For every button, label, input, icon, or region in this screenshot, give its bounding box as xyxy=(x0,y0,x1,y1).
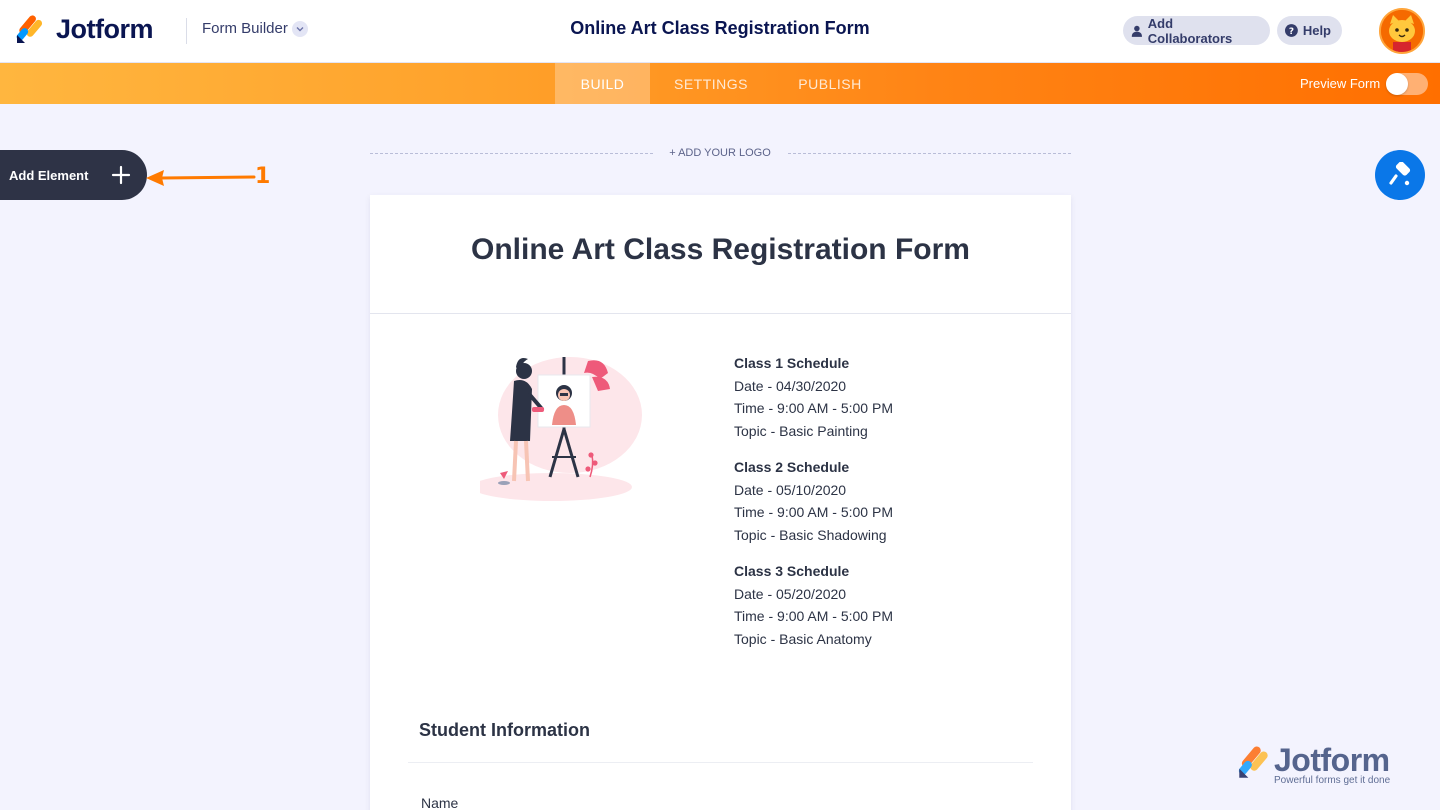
name-field-label[interactable]: Name xyxy=(421,795,458,810)
form-builder-dropdown[interactable]: Form Builder xyxy=(202,20,308,37)
schedule-block: Class 3 Schedule Date - 05/20/2020 Time … xyxy=(734,560,1034,650)
schedule-date: Date - 04/30/2020 xyxy=(734,377,847,394)
help-button[interactable]: ? Help xyxy=(1277,16,1342,45)
paint-roller-icon xyxy=(1389,162,1411,186)
logo-dashed-line xyxy=(788,153,1071,154)
jotform-logo-icon xyxy=(16,14,43,43)
help-label: Help xyxy=(1302,23,1331,38)
form-builder-label: Form Builder xyxy=(202,20,288,37)
header-divider xyxy=(186,18,187,44)
user-icon xyxy=(1131,25,1142,37)
brand-name: Jotform xyxy=(56,14,154,44)
user-avatar[interactable] xyxy=(1379,8,1425,54)
jotform-logo[interactable]: Jotform xyxy=(16,14,154,45)
builder-nav: BUILD SETTINGS PUBLISH Preview Form xyxy=(0,63,1440,104)
schedule-block: Class 1 Schedule Date - 04/30/2020 Time … xyxy=(734,352,1034,442)
add-logo-link[interactable]: + ADD YOUR LOGO xyxy=(660,147,780,159)
jotform-logo-icon xyxy=(1238,746,1268,778)
plus-icon xyxy=(111,165,131,185)
add-collaborators-button[interactable]: Add Collaborators xyxy=(1123,15,1270,46)
question-icon: ? xyxy=(1285,24,1298,37)
add-collaborators-label: Add Collaborators xyxy=(1147,15,1233,46)
schedule-topic: Topic - Basic Painting xyxy=(734,422,868,439)
cat-avatar-icon xyxy=(1381,10,1423,52)
watermark-brand: Jotform xyxy=(1274,742,1390,778)
tab-settings[interactable]: SETTINGS xyxy=(655,63,767,104)
artist-painting-illustration xyxy=(480,357,642,501)
tab-build[interactable]: BUILD xyxy=(555,63,650,104)
add-element-button[interactable]: Add Element xyxy=(0,150,147,200)
schedule-date: Date - 05/10/2020 xyxy=(734,481,847,498)
chevron-down-icon xyxy=(291,20,308,37)
schedule-date: Date - 05/20/2020 xyxy=(734,585,847,602)
section-heading[interactable]: Student Information xyxy=(419,720,590,741)
tab-publish[interactable]: PUBLISH xyxy=(780,63,880,104)
form-card: Online Art Class Registration Form Class… xyxy=(370,195,1071,810)
preview-form-toggle[interactable] xyxy=(1386,73,1428,95)
jotform-watermark: Jotform Powerful forms get it done xyxy=(1238,742,1408,794)
watermark-tagline: Powerful forms get it done xyxy=(1274,775,1391,786)
top-header: Jotform Form Builder Online Art Class Re… xyxy=(0,0,1440,63)
schedule-topic: Topic - Basic Anatomy xyxy=(734,630,872,647)
class-schedules: Class 1 Schedule Date - 04/30/2020 Time … xyxy=(734,352,1034,664)
schedule-heading: Class 1 Schedule xyxy=(734,355,850,371)
annotation-arrow xyxy=(146,170,256,186)
schedule-time: Time - 9:00 AM - 5:00 PM xyxy=(734,400,893,416)
section-divider xyxy=(408,762,1033,763)
schedule-topic: Topic - Basic Shadowing xyxy=(734,526,887,543)
toggle-knob xyxy=(1386,73,1408,95)
annotation-number: 1 xyxy=(255,164,271,189)
schedule-heading: Class 2 Schedule xyxy=(734,459,850,475)
add-element-label: Add Element xyxy=(9,167,89,183)
schedule-time: Time - 9:00 AM - 5:00 PM xyxy=(734,504,893,520)
schedule-time: Time - 9:00 AM - 5:00 PM xyxy=(734,608,893,624)
schedule-block: Class 2 Schedule Date - 05/10/2020 Time … xyxy=(734,456,1034,546)
logo-dashed-line xyxy=(370,153,653,154)
form-designer-button[interactable] xyxy=(1375,150,1425,200)
preview-form-label: Preview Form xyxy=(1300,76,1381,91)
svg-text:?: ? xyxy=(1289,27,1294,37)
schedule-heading: Class 3 Schedule xyxy=(734,563,850,579)
heading-divider xyxy=(370,313,1071,314)
form-heading[interactable]: Online Art Class Registration Form xyxy=(370,233,1071,267)
